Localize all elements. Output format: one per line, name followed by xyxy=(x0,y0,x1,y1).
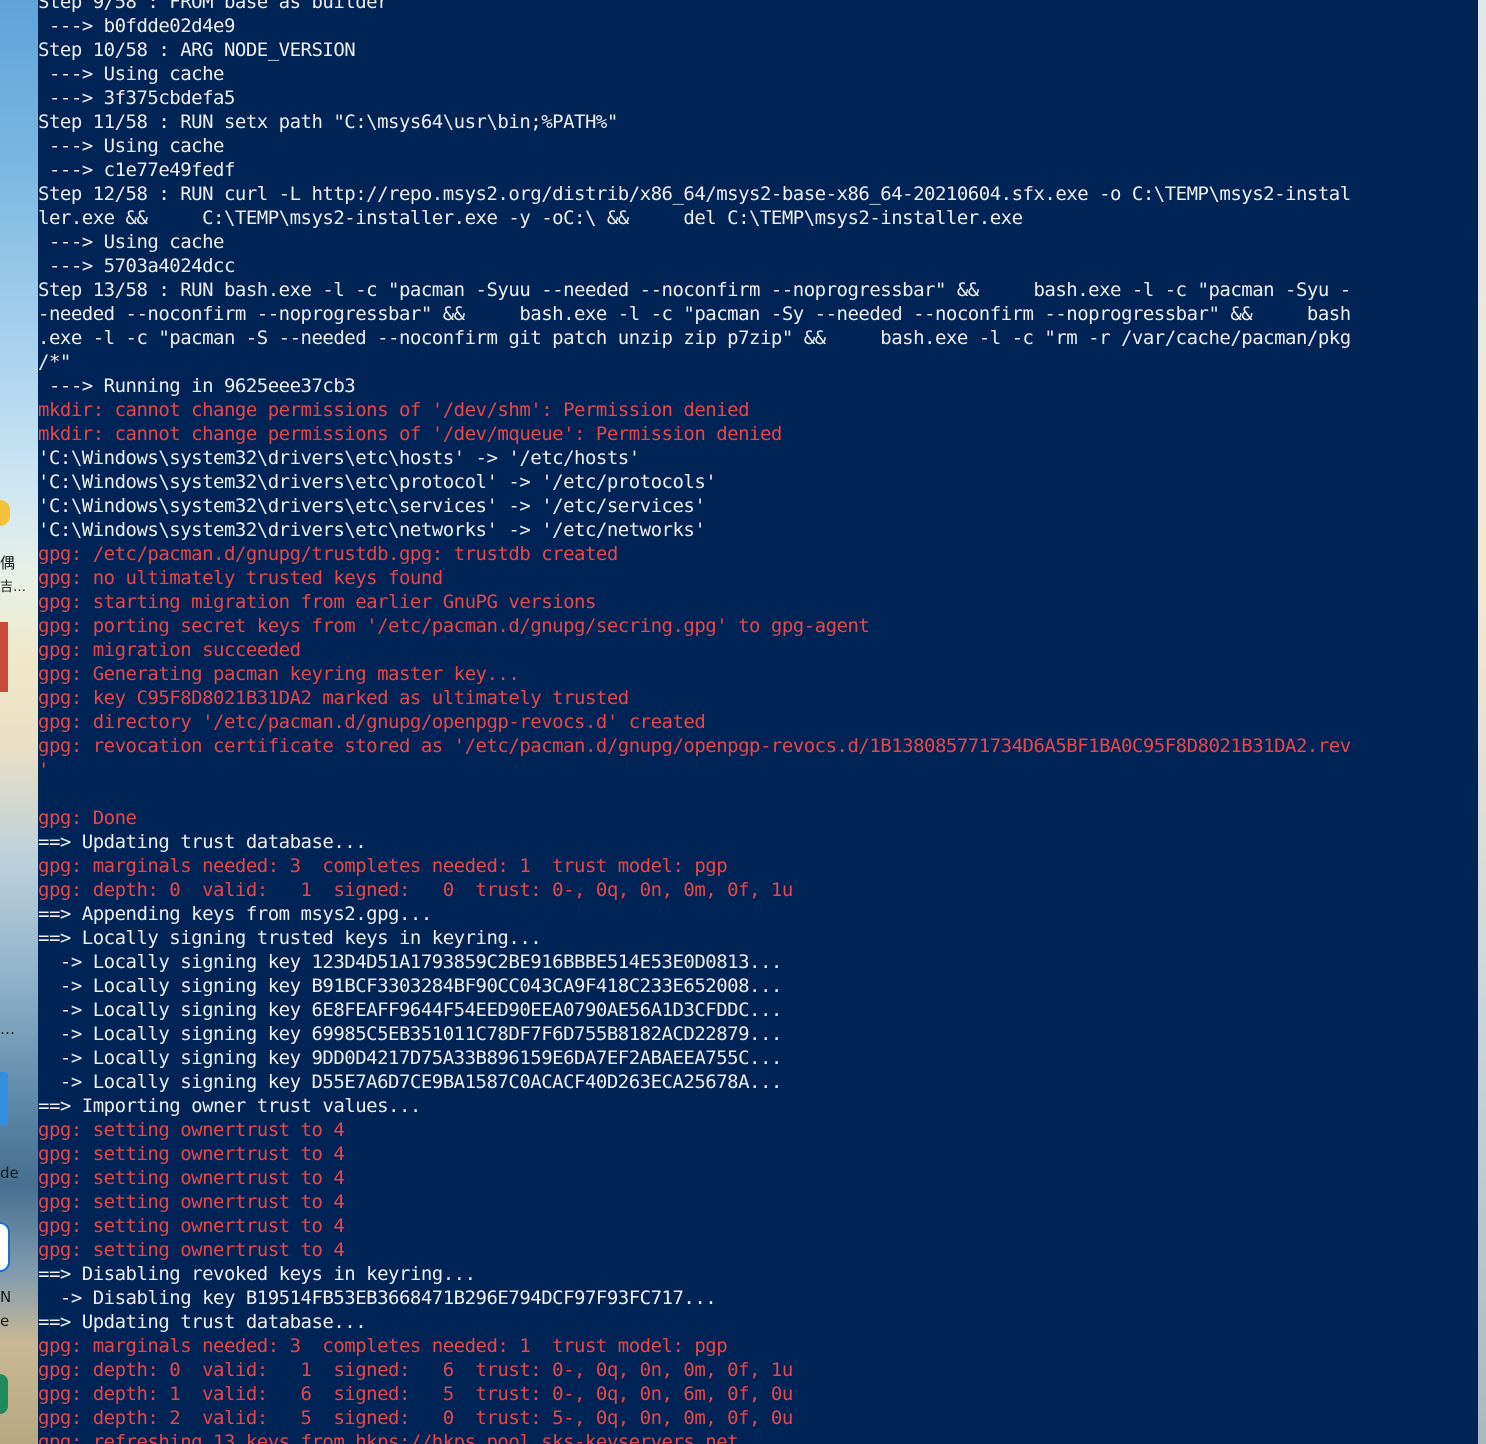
desktop-icon-label[interactable]: 偶 xyxy=(0,552,15,573)
console-line: ---> Using cache xyxy=(38,63,225,85)
console-line: -needed --noconfirm --noprogressbar" && … xyxy=(38,303,1351,325)
console-line: 'C:\Windows\system32\drivers\etc\protoco… xyxy=(38,471,717,493)
console-line: -> Locally signing key D55E7A6D7CE9BA158… xyxy=(38,1071,782,1093)
console-line: 'C:\Windows\system32\drivers\etc\service… xyxy=(38,495,706,517)
console-error-line: gpg: setting ownertrust to 4 xyxy=(38,1119,345,1141)
desktop-app-icon[interactable] xyxy=(0,1222,10,1272)
console-line: ---> c1e77e49fedf xyxy=(38,159,235,181)
console-error-line: gpg: no ultimately trusted keys found xyxy=(38,567,443,589)
console-error-line: mkdir: cannot change permissions of '/de… xyxy=(38,423,782,445)
console-error-line: gpg: refreshing 13 keys from hkps://hkps… xyxy=(38,1431,739,1444)
console-error-line: gpg: setting ownertrust to 4 xyxy=(38,1143,345,1165)
console-error-line: gpg: setting ownertrust to 4 xyxy=(38,1167,345,1189)
console-line: -> Locally signing key 9DD0D4217D75A33B8… xyxy=(38,1047,782,1069)
console-line: -> Locally signing key 6E8FEAFF9644F54EE… xyxy=(38,999,782,1021)
console-error-line: gpg: key C95F8D8021B31DA2 marked as ulti… xyxy=(38,687,629,709)
console-error-line: gpg: directory '/etc/pacman.d/gnupg/open… xyxy=(38,711,706,733)
console-error-line: gpg: migration succeeded xyxy=(38,639,301,661)
console-line: ---> Using cache xyxy=(38,135,225,157)
console-line: ---> Using cache xyxy=(38,231,225,253)
console-error-line: gpg: depth: 1 valid: 6 signed: 5 trust: … xyxy=(38,1383,793,1405)
console-line: .exe -l -c "pacman -S --needed --noconfi… xyxy=(38,327,1351,349)
desktop-app-icon[interactable] xyxy=(0,1072,8,1126)
console-line: -> Locally signing key 69985C5EB351011C7… xyxy=(38,1023,782,1045)
console-error-line: gpg: depth: 2 valid: 5 signed: 0 trust: … xyxy=(38,1407,793,1429)
desktop-app-icon[interactable] xyxy=(0,500,10,526)
console-line: ler.exe && C:\TEMP\msys2-installer.exe -… xyxy=(38,207,1023,229)
console-line: -> Locally signing key 123D4D51A1793859C… xyxy=(38,951,782,973)
desktop-background-edge xyxy=(1478,0,1486,1444)
desktop-app-icon[interactable] xyxy=(0,1374,8,1414)
console-error-line: gpg: depth: 0 valid: 1 signed: 6 trust: … xyxy=(38,1359,793,1381)
console-line: ---> Running in 9625eee37cb3 xyxy=(38,375,356,397)
console-line: Step 9/58 : FROM base as builder xyxy=(38,0,389,13)
console-error-line: gpg: depth: 0 valid: 1 signed: 0 trust: … xyxy=(38,879,793,901)
console-line: Step 12/58 : RUN curl -L http://repo.msy… xyxy=(38,183,1351,205)
console-line: ==> Updating trust database... xyxy=(38,831,367,853)
console-line: -> Disabling key B19514FB53EB3668471B296… xyxy=(38,1287,717,1309)
console-line: 'C:\Windows\system32\drivers\etc\network… xyxy=(38,519,706,541)
terminal-window[interactable]: Step 9/58 : FROM base as builder ---> b0… xyxy=(38,0,1478,1444)
desktop-icon-label[interactable]: 吉… xyxy=(0,576,26,595)
desktop-icon-label[interactable]: N xyxy=(0,1288,11,1306)
console-line: Step 13/58 : RUN bash.exe -l -c "pacman … xyxy=(38,279,1351,301)
console-error-line: gpg: setting ownertrust to 4 xyxy=(38,1191,345,1213)
console-line: ==> Disabling revoked keys in keyring... xyxy=(38,1263,476,1285)
desktop-icon-label[interactable]: de xyxy=(0,1164,19,1182)
desktop-app-icon[interactable] xyxy=(0,622,8,692)
console-error-line: mkdir: cannot change permissions of '/de… xyxy=(38,399,750,421)
console-error-line: gpg: marginals needed: 3 completes neede… xyxy=(38,855,728,877)
console-line: Step 11/58 : RUN setx path "C:\msys64\us… xyxy=(38,111,618,133)
desktop-icon-label[interactable]: … xyxy=(0,1020,15,1038)
console-line: 'C:\Windows\system32\drivers\etc\hosts' … xyxy=(38,447,640,469)
console-error-line: gpg: Done xyxy=(38,807,137,829)
console-error-line: gpg: starting migration from earlier Gnu… xyxy=(38,591,596,613)
console-line: -> Locally signing key B91BCF3303284BF90… xyxy=(38,975,782,997)
console-line: ==> Importing owner trust values... xyxy=(38,1095,421,1117)
console-error-line: gpg: Generating pacman keyring master ke… xyxy=(38,663,520,685)
console-output: Step 9/58 : FROM base as builder ---> b0… xyxy=(38,0,1478,1444)
console-line: ==> Appending keys from msys2.gpg... xyxy=(38,903,432,925)
console-error-line: gpg: revocation certificate stored as '/… xyxy=(38,735,1351,757)
console-line: ---> 5703a4024dcc xyxy=(38,255,235,277)
console-error-line: gpg: marginals needed: 3 completes neede… xyxy=(38,1335,728,1357)
desktop-icon-label[interactable]: e xyxy=(0,1312,9,1330)
console-line: ==> Updating trust database... xyxy=(38,1311,367,1333)
console-error-line: gpg: /etc/pacman.d/gnupg/trustdb.gpg: tr… xyxy=(38,543,618,565)
console-line: Step 10/58 : ARG NODE_VERSION xyxy=(38,39,356,61)
console-line: ==> Locally signing trusted keys in keyr… xyxy=(38,927,542,949)
console-error-line: gpg: setting ownertrust to 4 xyxy=(38,1239,345,1261)
console-line: /*" xyxy=(38,351,71,373)
console-line: ---> 3f375cbdefa5 xyxy=(38,87,235,109)
console-error-line: gpg: setting ownertrust to 4 xyxy=(38,1215,345,1237)
console-line: ---> b0fdde02d4e9 xyxy=(38,15,235,37)
console-error-line: gpg: porting secret keys from '/etc/pacm… xyxy=(38,615,870,637)
console-error-line: ' xyxy=(38,759,49,781)
desktop-background: 偶 吉… … de N e xyxy=(0,0,38,1444)
